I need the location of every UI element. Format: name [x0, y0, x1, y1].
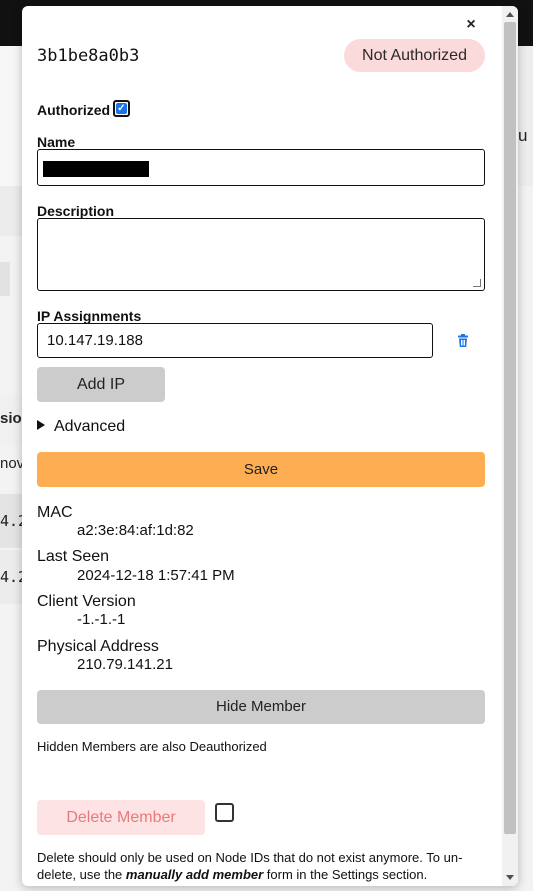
- checkmark-icon: ✓: [116, 103, 127, 114]
- add-ip-button[interactable]: Add IP: [37, 367, 165, 402]
- disclosure-triangle-icon: [37, 420, 45, 430]
- mac-label: MAC: [37, 504, 73, 521]
- authorized-checkbox[interactable]: ✓: [113, 100, 130, 117]
- scroll-down-arrow-icon[interactable]: [506, 875, 514, 880]
- modal-scrollbar[interactable]: [502, 6, 518, 886]
- mac-value: a2:3e:84:af:1d:82: [77, 522, 194, 539]
- description-label: Description: [37, 203, 115, 219]
- member-modal: × 3b1be8a0b3 Not Authorized Authorized ✓…: [22, 6, 518, 886]
- background-fragment: sio: [0, 410, 22, 427]
- close-button[interactable]: ×: [462, 16, 480, 34]
- manually-add-member-emphasis: manually add member: [125, 867, 264, 882]
- background-strip: [0, 186, 22, 236]
- client-version-value: -1.-1.-1: [77, 611, 126, 628]
- client-version-label: Client Version: [37, 593, 136, 610]
- scroll-up-arrow-icon[interactable]: [506, 12, 514, 17]
- redaction-block: [43, 161, 149, 177]
- scroll-thumb[interactable]: [504, 22, 516, 834]
- description-textarea[interactable]: [37, 218, 485, 291]
- authorized-label: Authorized: [37, 102, 111, 118]
- delete-confirm-checkbox[interactable]: [215, 803, 234, 822]
- last-seen-value: 2024-12-18 1:57:41 PM: [77, 567, 235, 584]
- background-fragment: u: [518, 126, 528, 145]
- delete-note-text-end: form in the Settings section.: [263, 867, 428, 882]
- background-strip: [0, 262, 10, 296]
- background-fragment: nov: [0, 455, 25, 472]
- advanced-label: Advanced: [54, 418, 126, 435]
- trash-icon[interactable]: [456, 334, 470, 348]
- background-strip: [0, 46, 22, 186]
- delete-note: Delete should only be used on Node IDs t…: [37, 849, 483, 883]
- last-seen-label: Last Seen: [37, 548, 110, 565]
- advanced-toggle[interactable]: Advanced: [37, 418, 125, 436]
- background-strip: [516, 46, 533, 186]
- resize-grip-icon[interactable]: [473, 279, 481, 287]
- hidden-members-note: Hidden Members are also Deauthorized: [37, 739, 267, 754]
- physical-address-label: Physical Address: [37, 638, 159, 655]
- save-button[interactable]: Save: [37, 452, 485, 487]
- delete-member-button[interactable]: Delete Member: [37, 800, 205, 835]
- hide-member-button[interactable]: Hide Member: [37, 690, 485, 724]
- physical-address-value: 210.79.141.21: [77, 656, 173, 673]
- node-id: 3b1be8a0b3: [37, 46, 140, 66]
- ip-address-input[interactable]: 10.147.19.188: [37, 323, 433, 358]
- name-label: Name: [37, 134, 76, 150]
- status-badge: Not Authorized: [344, 39, 485, 72]
- ip-assignments-label: IP Assignments: [37, 308, 142, 324]
